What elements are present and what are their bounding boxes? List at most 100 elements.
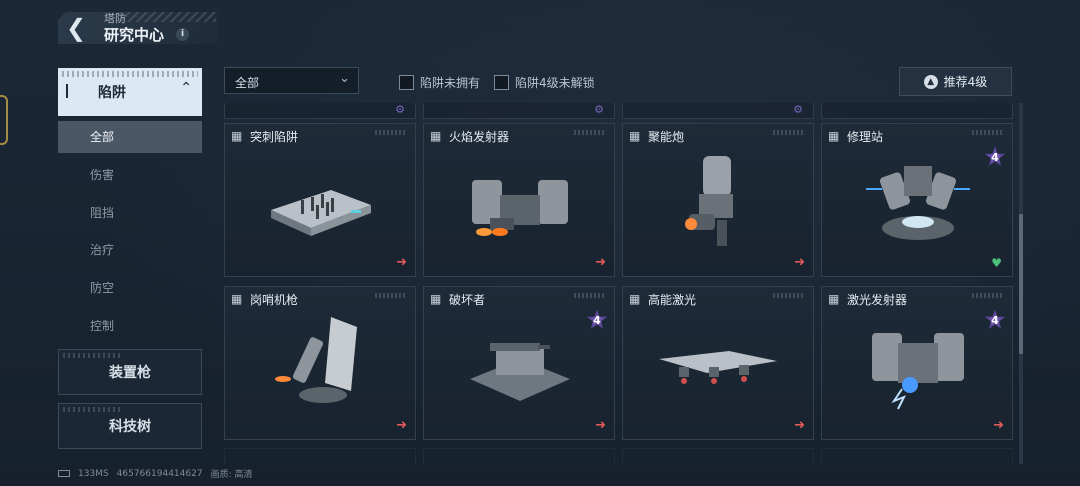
card-meta xyxy=(773,293,805,298)
card-meta xyxy=(375,293,407,298)
category-mounted-guns[interactable]: 装置枪 xyxy=(58,349,202,395)
card-name: 激光发射器 xyxy=(847,293,908,307)
trap-card-high-energy-laser[interactable]: ▦ 高能激光 ➜ xyxy=(622,286,814,440)
high-energy-laser-image xyxy=(659,351,777,384)
gear-icon: ⚙ xyxy=(793,103,803,116)
cube-icon: ▦ xyxy=(828,129,840,143)
page-title: 研究中心 xyxy=(104,26,165,44)
card-peek xyxy=(622,448,814,464)
card-name: 火焰发射器 xyxy=(449,130,510,144)
destroyer-image xyxy=(470,343,570,401)
trap-card-sentry-gun[interactable]: ▦ 岗哨机枪 ➜ xyxy=(224,286,416,440)
side-edge-glow xyxy=(0,95,8,145)
card-name: 突刺陷阱 xyxy=(250,130,299,144)
cube-icon: ▦ xyxy=(231,129,243,143)
checkbox-label: 陷阱4级未解锁 xyxy=(515,76,595,90)
ping-text: 133MS xyxy=(78,468,109,479)
cube-icon: ▦ xyxy=(629,129,641,143)
laser-emitter-image xyxy=(872,333,964,410)
chevron-down-icon: ⌄ xyxy=(339,71,350,86)
level-star-badge: 4 xyxy=(984,309,1006,330)
level-star-badge: 4 xyxy=(586,309,608,330)
card-meta xyxy=(972,293,1004,298)
checkbox-label: 陷阱未拥有 xyxy=(420,76,481,90)
cube-icon: ▦ xyxy=(430,129,442,143)
category-decoration xyxy=(63,407,123,412)
trap-card-laser-emitter[interactable]: ▦ 激光发射器 4 ➜ xyxy=(821,286,1013,440)
card-name: 岗哨机枪 xyxy=(250,293,299,307)
arrow-right-icon[interactable]: ➜ xyxy=(396,255,407,270)
cube-icon: ▦ xyxy=(828,292,840,306)
checkbox-unowned[interactable]: 陷阱未拥有 xyxy=(399,74,480,91)
category-decoration xyxy=(63,353,123,358)
checkbox-box xyxy=(399,75,414,90)
card-meta xyxy=(574,130,606,135)
focus-cannon-image xyxy=(685,156,733,246)
category-label: 装置枪 xyxy=(109,365,151,381)
trap-card-spike[interactable]: ▦ 突刺陷阱 ➜ xyxy=(224,123,416,277)
card-peek xyxy=(821,103,1013,119)
subnav-item-control[interactable]: 控制 xyxy=(58,310,202,342)
back-icon[interactable]: ❮ xyxy=(66,14,94,42)
subnav-item-all[interactable]: 全部 xyxy=(58,121,202,153)
checkbox-box xyxy=(494,75,509,90)
category-label: 科技树 xyxy=(109,419,151,435)
arrow-right-icon[interactable]: ➜ xyxy=(595,255,606,270)
arrow-right-icon[interactable]: ➜ xyxy=(396,418,407,433)
card-name: 破坏者 xyxy=(449,293,486,307)
category-marker xyxy=(66,84,68,98)
card-meta xyxy=(375,130,407,135)
card-meta xyxy=(574,293,606,298)
card-peek: ⚙ xyxy=(423,103,615,119)
recommend-label: 推荐4级 xyxy=(943,75,988,89)
repair-station-image xyxy=(866,166,970,240)
checkbox-lv4-locked[interactable]: 陷阱4级未解锁 xyxy=(494,74,595,91)
trap-card-repair-station[interactable]: ▦ 修理站 4 ♥ xyxy=(821,123,1013,277)
arrow-right-icon[interactable]: ➜ xyxy=(993,418,1004,433)
arrow-right-icon[interactable]: ➜ xyxy=(794,255,805,270)
signal-icon xyxy=(58,470,70,477)
level-star-badge: 4 xyxy=(984,146,1006,167)
trap-card-destroyer[interactable]: ▦ 破坏者 4 ➜ xyxy=(423,286,615,440)
card-peek: ⚙ xyxy=(224,103,416,119)
gear-icon: ⚙ xyxy=(395,103,405,116)
card-peek: ⚙ xyxy=(622,103,814,119)
card-meta xyxy=(773,130,805,135)
category-traps[interactable]: 陷阱 ⌃ xyxy=(58,68,202,116)
card-peek xyxy=(423,448,615,464)
trap-card-focus-cannon[interactable]: ▦ 聚能炮 ➜ xyxy=(622,123,814,277)
heart-plus-icon: ♥ xyxy=(991,256,1002,270)
player-id: 465766194414627 xyxy=(116,468,203,479)
subnav-item-antiair[interactable]: 防空 xyxy=(58,272,202,304)
card-peek xyxy=(224,448,416,464)
category-tech-tree[interactable]: 科技树 xyxy=(58,403,202,449)
subnav-item-heal[interactable]: 治疗 xyxy=(58,234,202,266)
scrollbar-thumb[interactable] xyxy=(1019,214,1023,354)
arrow-right-icon[interactable]: ➜ xyxy=(794,418,805,433)
category-decoration xyxy=(62,71,198,77)
trap-grid: ⚙ ⚙ ⚙ ▦ 突刺陷阱 ➜ ▦ 火焰发射器 ➜ ▦ 聚能炮 ➜ ▦ 修理站 4… xyxy=(224,103,1016,464)
card-peek xyxy=(821,448,1013,464)
gear-icon: ⚙ xyxy=(594,103,604,116)
card-name: 聚能炮 xyxy=(648,130,685,144)
subnav-item-block[interactable]: 阻挡 xyxy=(58,197,202,229)
card-meta xyxy=(972,130,1004,135)
info-icon[interactable]: i xyxy=(176,28,189,41)
header-decoration xyxy=(120,12,216,22)
status-bar: 133MS 465766194414627 画质: 高清 xyxy=(58,467,252,480)
spike-trap-image xyxy=(271,190,371,236)
category-label: 陷阱 xyxy=(98,85,126,101)
dropdown-value: 全部 xyxy=(235,76,260,90)
subnav-item-damage[interactable]: 伤害 xyxy=(58,159,202,191)
cube-icon: ▦ xyxy=(231,292,243,306)
trap-card-flamethrower[interactable]: ▦ 火焰发射器 ➜ xyxy=(423,123,615,277)
cube-icon: ▦ xyxy=(629,292,641,306)
card-name: 高能激光 xyxy=(648,293,697,307)
thumbs-up-icon: ▲ xyxy=(923,74,938,89)
arrow-right-icon[interactable]: ➜ xyxy=(595,418,606,433)
cube-icon: ▦ xyxy=(430,292,442,306)
quality-text: 画质: 高清 xyxy=(210,470,253,480)
sentry-gun-image xyxy=(275,317,357,403)
filter-dropdown[interactable]: 全部 ⌄ xyxy=(224,67,359,94)
recommend-button[interactable]: ▲ 推荐4级 xyxy=(899,67,1012,96)
